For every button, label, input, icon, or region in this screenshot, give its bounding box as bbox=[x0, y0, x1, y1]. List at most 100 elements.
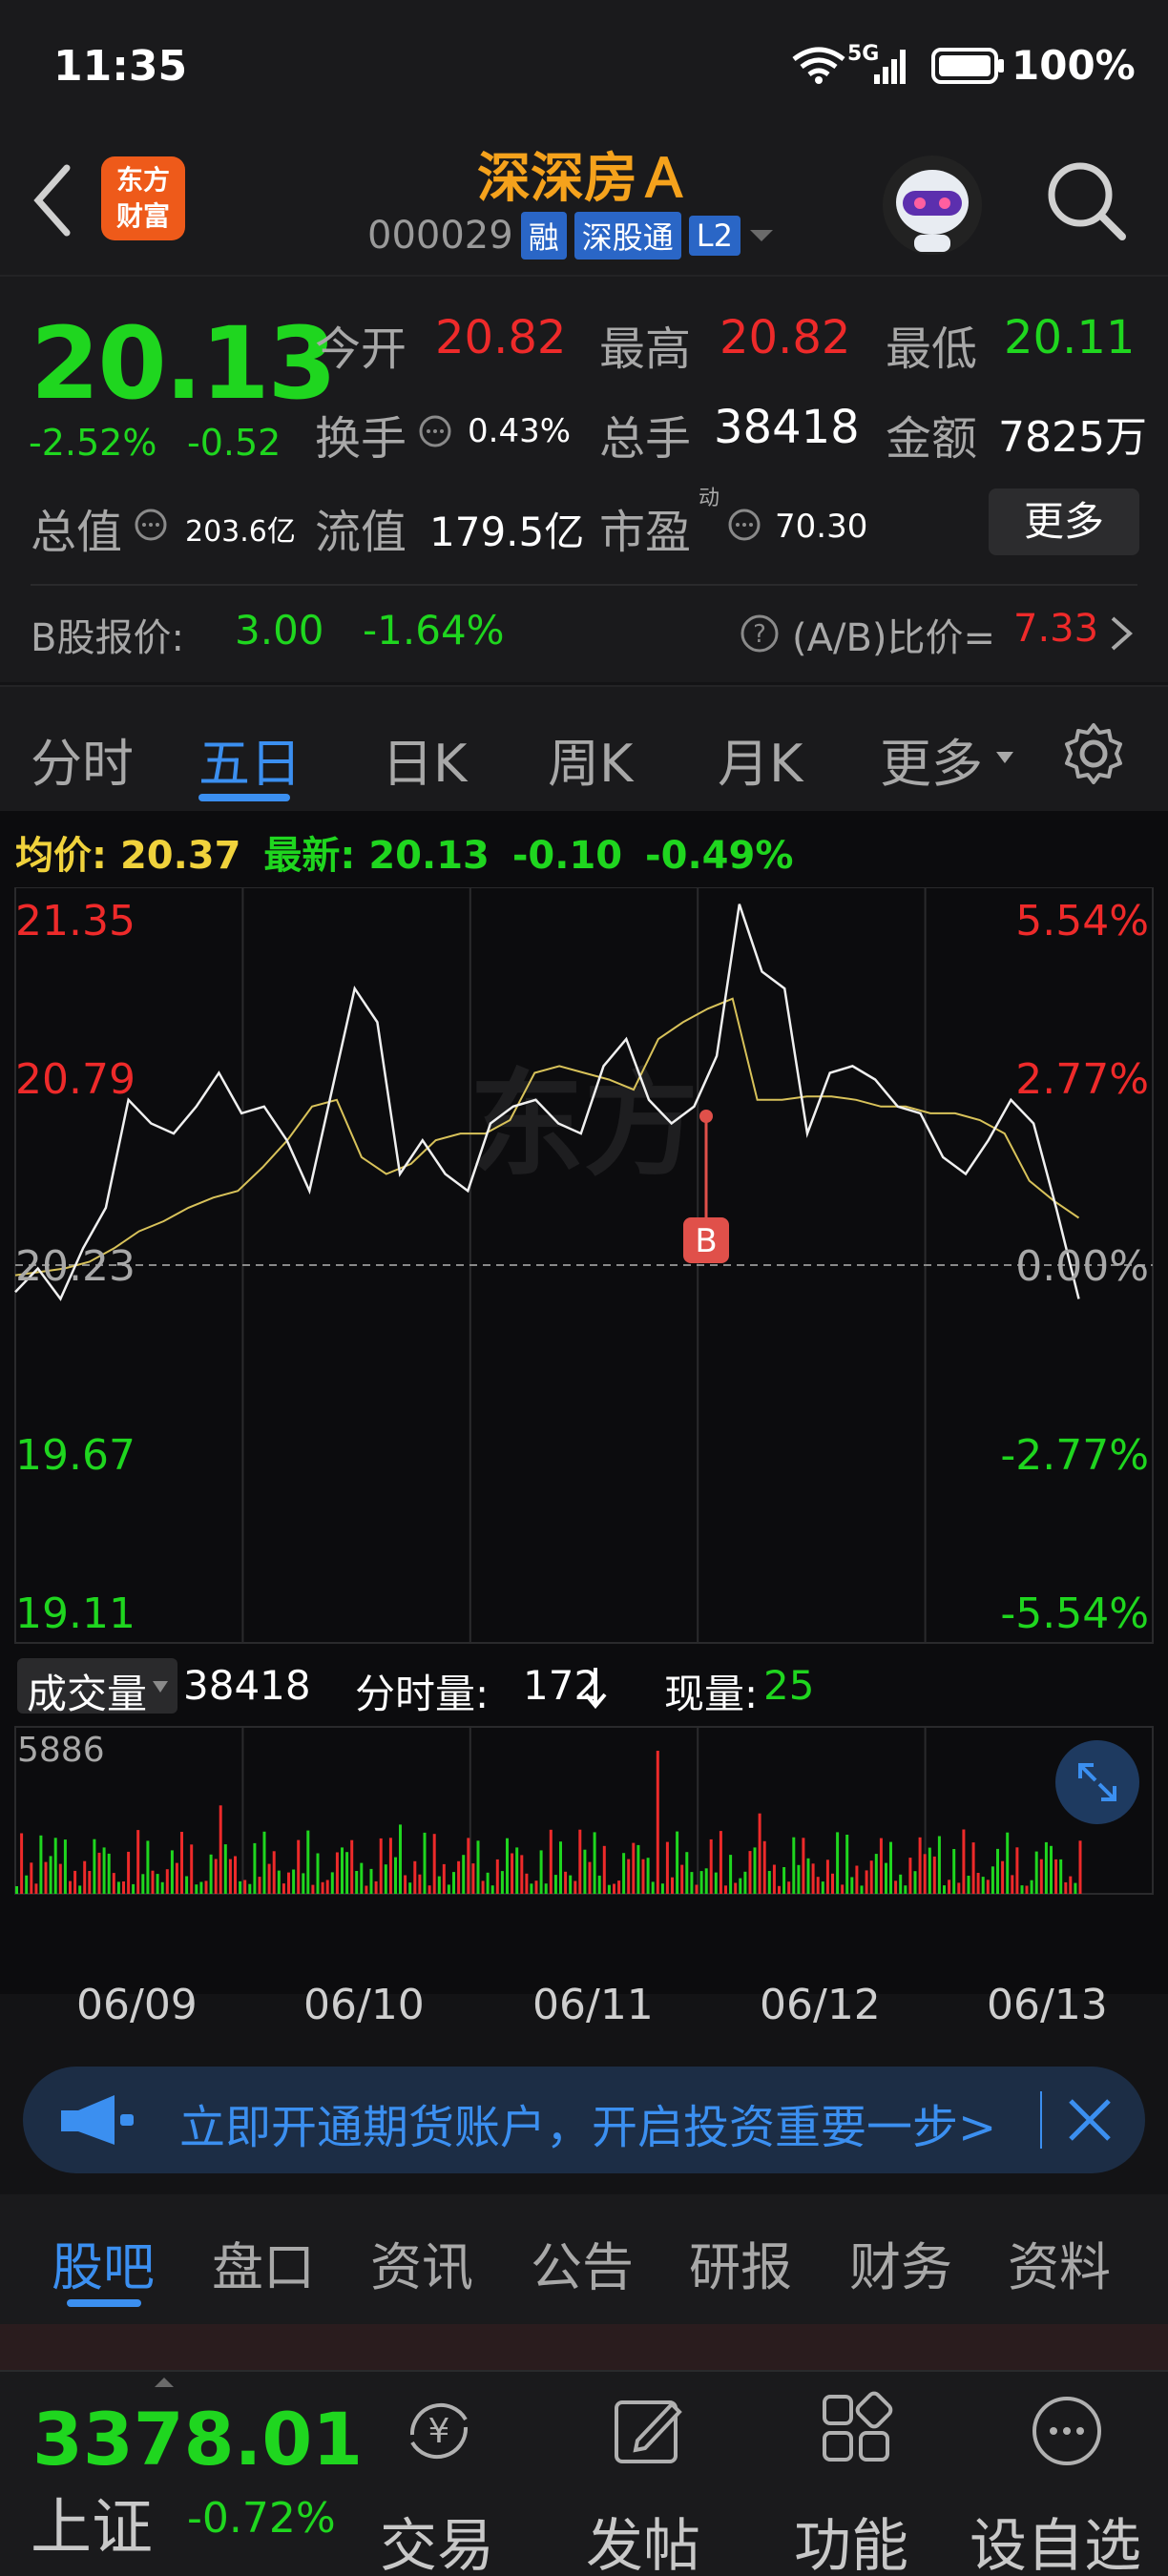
change-percent: -2.52% bbox=[29, 422, 157, 464]
tab-monthly-k[interactable]: 月K bbox=[718, 721, 803, 797]
index-ticker[interactable]: 3378.01 上证 -0.72% bbox=[0, 2372, 363, 2576]
volume-bar bbox=[602, 1845, 606, 1894]
volume-bar bbox=[850, 1877, 854, 1894]
volume-bar bbox=[825, 1859, 829, 1894]
volume-total: 38418 bbox=[183, 1662, 311, 1709]
volume-bar bbox=[869, 1860, 873, 1894]
y-left-label: 20.79 bbox=[15, 1055, 136, 1104]
volume-bar bbox=[885, 1862, 887, 1894]
nav-functions[interactable]: 功能 bbox=[788, 2372, 922, 2576]
volume-bar bbox=[816, 1877, 820, 1894]
tab-financials[interactable]: 财务 bbox=[849, 2225, 952, 2300]
volume-bar bbox=[748, 1851, 752, 1894]
volume-bar bbox=[122, 1881, 125, 1894]
nav-functions-label: 功能 bbox=[794, 2513, 908, 2576]
volume-bar bbox=[894, 1880, 898, 1894]
tab-research[interactable]: 研报 bbox=[689, 2225, 792, 2300]
dropdown-icon[interactable] bbox=[748, 226, 775, 245]
volume-bar bbox=[627, 1859, 631, 1894]
close-icon[interactable] bbox=[1065, 2095, 1115, 2145]
volume-bar bbox=[1030, 1880, 1033, 1894]
volume-bar bbox=[156, 1874, 159, 1894]
nav-trade[interactable]: ¥ 交易 bbox=[372, 2372, 506, 2576]
volume-bar bbox=[991, 1866, 994, 1894]
volume-bar bbox=[704, 1868, 708, 1894]
volume-bar bbox=[399, 1824, 402, 1894]
chart-grid bbox=[14, 887, 1154, 1895]
more-quote-button[interactable]: 更多 bbox=[989, 488, 1139, 555]
y-left-label: 19.11 bbox=[15, 1589, 136, 1638]
svg-text:B: B bbox=[695, 1222, 717, 1260]
expand-button[interactable] bbox=[1055, 1740, 1139, 1824]
info-icon[interactable] bbox=[727, 508, 761, 542]
nav-trade-label: 交易 bbox=[380, 2513, 494, 2576]
five-day-chart[interactable]: 均价: 20.37 最新: 20.13 -0.10 -0.49% 东方 B 21… bbox=[0, 811, 1168, 2029]
info-icon[interactable] bbox=[134, 508, 168, 542]
nav-add-watchlist[interactable]: 设自选 bbox=[968, 2372, 1168, 2576]
volume-bar bbox=[219, 1805, 222, 1894]
volume-bar bbox=[116, 1881, 120, 1894]
volume-bar bbox=[462, 1855, 466, 1894]
volume-bar bbox=[767, 1871, 771, 1894]
volume-bar bbox=[204, 1880, 208, 1894]
volume-bar bbox=[553, 1875, 557, 1894]
volume-bar bbox=[432, 1834, 436, 1894]
volume-bar bbox=[102, 1847, 106, 1894]
volume-bar bbox=[525, 1873, 529, 1894]
help-icon[interactable]: ? bbox=[739, 613, 781, 654]
tab-profile[interactable]: 资料 bbox=[1008, 2225, 1111, 2300]
stock-header: 东方 财富 深深房Ａ 000029 融 深股通 L2 bbox=[0, 134, 1168, 277]
tab-news[interactable]: 资讯 bbox=[370, 2225, 473, 2300]
volume-bar bbox=[1074, 1882, 1077, 1894]
volume-bar bbox=[607, 1884, 611, 1894]
volume-bar bbox=[88, 1871, 92, 1894]
volume-bar bbox=[665, 1841, 669, 1894]
volume-bar bbox=[845, 1835, 849, 1894]
nav-post[interactable]: 发帖 bbox=[580, 2372, 714, 2576]
volume-bar bbox=[574, 1880, 577, 1894]
active-tab-indicator bbox=[67, 2299, 141, 2307]
x-date-label: 06/09 bbox=[76, 1981, 198, 2029]
promo-banner[interactable]: 立即开通期货账户，开启投资重要一步> bbox=[23, 2067, 1145, 2173]
tab-daily-k[interactable]: 日K bbox=[382, 721, 467, 797]
volume-selector[interactable]: 成交量 bbox=[17, 1658, 177, 1717]
volume-bar bbox=[802, 1838, 805, 1894]
y-right-label: -5.54% bbox=[1000, 1589, 1149, 1638]
info-icon[interactable] bbox=[418, 414, 452, 448]
bottom-nav: 3378.01 上证 -0.72% ¥ 交易 发帖 功能 设自选 bbox=[0, 2370, 1168, 2576]
robot-assistant-icon[interactable] bbox=[880, 153, 985, 258]
volume-bar bbox=[355, 1871, 359, 1894]
tab-five-day[interactable]: 五日 bbox=[198, 721, 302, 797]
mktcap-label: 总值 bbox=[31, 506, 123, 559]
settings-gear-icon[interactable] bbox=[1059, 719, 1128, 788]
volume-bar bbox=[495, 1859, 499, 1894]
volume-bar bbox=[39, 1835, 43, 1894]
mktcap-value: 203.6亿 bbox=[185, 515, 296, 549]
legend-change-pct: -0.49% bbox=[645, 834, 794, 878]
volume-bar bbox=[583, 1849, 587, 1894]
volume-bar bbox=[986, 1880, 990, 1894]
tab-forum[interactable]: 股吧 bbox=[52, 2225, 155, 2300]
volume-bar bbox=[539, 1850, 543, 1894]
volume-bar bbox=[1050, 1845, 1053, 1894]
tick-volume-label: 分时量: bbox=[355, 1671, 490, 1717]
tab-weekly-k[interactable]: 周K bbox=[548, 721, 633, 797]
search-icon[interactable] bbox=[1042, 156, 1130, 244]
volume-bar bbox=[676, 1831, 679, 1894]
tab-announcements[interactable]: 公告 bbox=[531, 2225, 634, 2300]
volume-bar bbox=[151, 1870, 155, 1894]
volume-bar bbox=[78, 1885, 82, 1894]
chevron-right-icon[interactable] bbox=[1109, 614, 1134, 653]
volume-bar bbox=[782, 1867, 786, 1894]
volume-bar bbox=[719, 1831, 722, 1894]
volume-bar bbox=[569, 1875, 573, 1894]
bshare-pct: -1.64% bbox=[363, 607, 505, 654]
tab-more[interactable]: 更多 bbox=[880, 721, 983, 797]
volume-bar bbox=[632, 1842, 636, 1894]
tab-intraday[interactable]: 分时 bbox=[31, 721, 134, 797]
volume-bar bbox=[457, 1860, 461, 1894]
volume-bar bbox=[490, 1885, 494, 1894]
volume-bar bbox=[714, 1872, 718, 1894]
volume-bar bbox=[685, 1852, 689, 1894]
tab-order-book[interactable]: 盘口 bbox=[212, 2225, 315, 2300]
